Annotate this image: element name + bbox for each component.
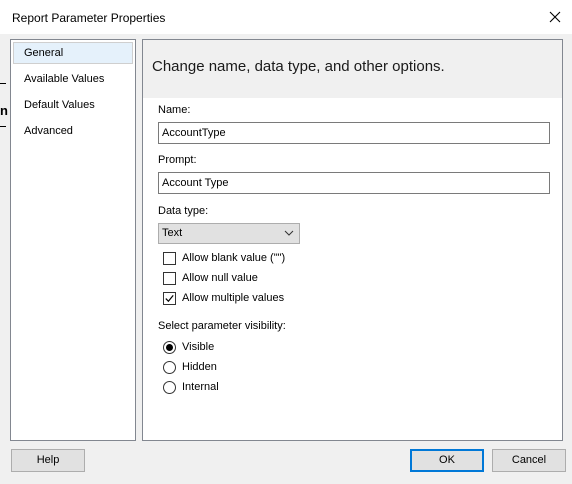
general-panel: Change name, data type, and other option… [142, 39, 563, 441]
visibility-label: Select parameter visibility: [158, 320, 286, 332]
radio-circle [163, 360, 176, 374]
radio-circle [163, 380, 176, 394]
checkmark-icon [165, 294, 174, 302]
help-button[interactable]: Help [11, 449, 85, 472]
allow-blank-checkbox[interactable]: Allow blank value ("") [163, 250, 285, 266]
background-window-edge-2 [0, 126, 6, 127]
report-parameter-dialog: Report Parameter Properties n General Av… [0, 0, 572, 484]
panel-header-text: Change name, data type, and other option… [152, 58, 445, 75]
data-type-label: Data type: [158, 205, 209, 217]
background-window-edge [0, 83, 6, 84]
close-button[interactable] [538, 0, 572, 34]
visibility-visible-radio[interactable]: Visible [163, 339, 214, 355]
name-field[interactable]: AccountType [158, 122, 550, 144]
sidebar-item-label: Available Values [24, 73, 105, 85]
radio-label: Hidden [182, 361, 217, 373]
checkbox-label: Allow multiple values [182, 292, 285, 304]
checkbox-label: Allow null value [182, 272, 258, 284]
chevron-down-icon [284, 230, 294, 236]
checkbox-box [163, 251, 176, 265]
sidebar-item-advanced[interactable]: Advanced [13, 120, 133, 142]
checkbox-box [163, 291, 176, 305]
radio-selected-dot [166, 343, 173, 351]
visibility-hidden-radio[interactable]: Hidden [163, 359, 217, 375]
visibility-internal-radio[interactable]: Internal [163, 379, 219, 395]
radio-label: Internal [182, 381, 219, 393]
sidebar: General Available Values Default Values … [10, 39, 136, 441]
sidebar-item-general[interactable]: General [13, 42, 133, 64]
window-title: Report Parameter Properties [12, 11, 166, 25]
checkbox-box [163, 271, 176, 285]
prompt-label: Prompt: [158, 154, 197, 166]
radio-circle [163, 340, 176, 354]
sidebar-item-label: Advanced [24, 125, 73, 137]
title-bar: Report Parameter Properties [0, 0, 572, 34]
ok-button[interactable]: OK [410, 449, 484, 472]
cancel-button[interactable]: Cancel [492, 449, 566, 472]
sidebar-item-available-values[interactable]: Available Values [13, 68, 133, 90]
allow-multiple-checkbox[interactable]: Allow multiple values [163, 290, 284, 306]
background-window-glyph: n [0, 103, 8, 118]
close-icon [549, 11, 561, 23]
sidebar-item-default-values[interactable]: Default Values [13, 94, 133, 116]
sidebar-item-label: Default Values [24, 99, 95, 111]
radio-label: Visible [182, 341, 215, 353]
checkbox-label: Allow blank value ("") [182, 252, 286, 264]
panel-header: Change name, data type, and other option… [143, 40, 562, 98]
sidebar-item-label: General [24, 47, 64, 59]
prompt-field[interactable]: Account Type [158, 172, 550, 194]
allow-null-checkbox[interactable]: Allow null value [163, 270, 258, 286]
data-type-select[interactable]: Text [158, 223, 300, 244]
data-type-value: Text [162, 227, 183, 239]
name-label: Name: [158, 104, 191, 116]
